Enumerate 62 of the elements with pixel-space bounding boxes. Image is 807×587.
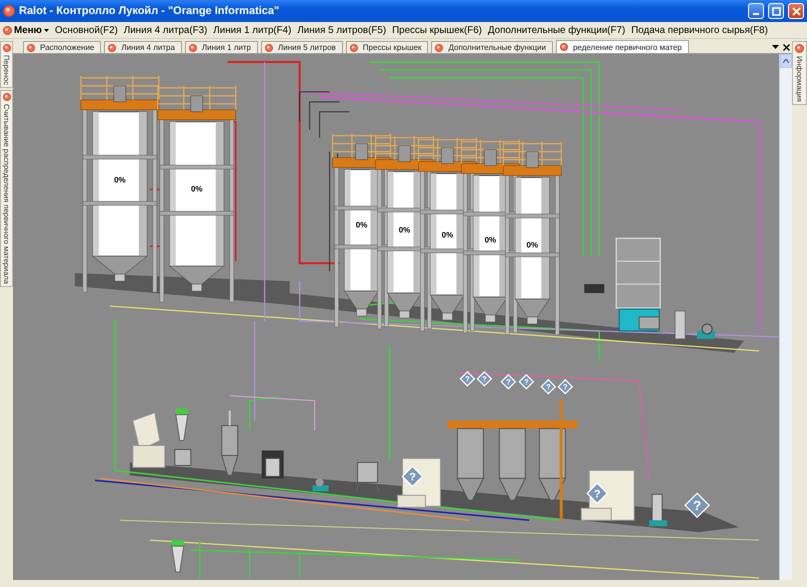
marker-symbol: ? xyxy=(693,498,702,514)
diamond-marker-icon xyxy=(557,378,574,395)
marker-symbol: ? xyxy=(594,488,601,500)
caret-icon xyxy=(44,28,49,32)
tab[interactable]: Расположение xyxy=(23,41,102,53)
tab[interactable]: ределение первичного матер xyxy=(556,40,689,53)
signal-blocks-drawing xyxy=(584,284,604,294)
tank-drawing xyxy=(674,310,686,340)
diamond-marker-icon xyxy=(586,482,608,504)
menu-item[interactable]: Линия 5 литров(F5) xyxy=(297,24,386,36)
close-button[interactable] xyxy=(788,3,804,19)
crusher-drawing xyxy=(132,412,166,468)
marker-symbol: ? xyxy=(409,471,416,484)
mixer-drawing xyxy=(355,462,380,493)
hopper-drawing xyxy=(171,540,184,573)
menu-button[interactable]: Меню xyxy=(3,24,49,36)
pump-drawing xyxy=(312,478,329,492)
circle-icon xyxy=(2,92,10,101)
circle-icon xyxy=(795,44,804,53)
diamond-marker-icon xyxy=(684,492,710,518)
menu-item[interactable]: Подача первичного сырья(F8) xyxy=(631,24,768,36)
circle-icon xyxy=(188,44,197,52)
tank-drawing xyxy=(649,494,668,526)
minimize-button[interactable] xyxy=(748,3,764,19)
window-title: Ralot - Контролло Лукойл - "Orange Informatica" xyxy=(19,5,280,17)
menu-item[interactable]: Прессы крышек(F6) xyxy=(392,24,482,36)
circle-icon xyxy=(3,5,15,17)
tank-drawing xyxy=(262,450,284,478)
circle-icon xyxy=(108,44,116,52)
menu-item[interactable]: Дополнительные функции(F7) xyxy=(488,24,626,36)
circle-icon xyxy=(2,44,10,52)
maximize-icon xyxy=(772,6,780,16)
circle-icon xyxy=(27,44,35,52)
diamond-marker-icon xyxy=(518,374,534,390)
tab[interactable]: Линия 5 литров xyxy=(261,41,343,53)
diamond-marker-icon xyxy=(500,374,516,390)
menu-item[interactable]: Основной(F2) xyxy=(54,24,118,36)
tab[interactable]: Линия 4 литра xyxy=(104,41,182,53)
diamond-marker-icon xyxy=(402,466,424,488)
diamond-marker-icon xyxy=(460,370,476,387)
circle-icon xyxy=(435,44,444,52)
circle-icon xyxy=(350,44,358,52)
circle-icon xyxy=(560,43,568,51)
dryer-drawing xyxy=(221,410,238,476)
pump-drawing xyxy=(697,323,716,339)
tab[interactable]: Линия 1 литр xyxy=(184,41,258,53)
cabinet-drawing xyxy=(580,470,635,521)
scroll-up-button[interactable] xyxy=(780,54,792,68)
caret-icon[interactable] xyxy=(772,45,779,49)
diamond-marker-icon xyxy=(540,378,556,395)
diamond-marker-icon xyxy=(476,370,492,387)
hopper-drawing xyxy=(174,408,192,466)
circle-icon xyxy=(265,44,274,52)
scrollbar[interactable] xyxy=(779,54,792,580)
tab[interactable]: Прессы крышек xyxy=(346,41,428,53)
circle-icon xyxy=(3,26,12,34)
close-icon xyxy=(792,6,800,16)
tab[interactable]: Дополнительные функции xyxy=(431,41,553,53)
close-icon[interactable] xyxy=(783,44,790,50)
menu-item[interactable]: Линия 4 литра(F3) xyxy=(124,24,208,36)
maximize-button[interactable] xyxy=(768,3,784,19)
menu-item[interactable]: Линия 1 литр(F4) xyxy=(213,24,292,36)
